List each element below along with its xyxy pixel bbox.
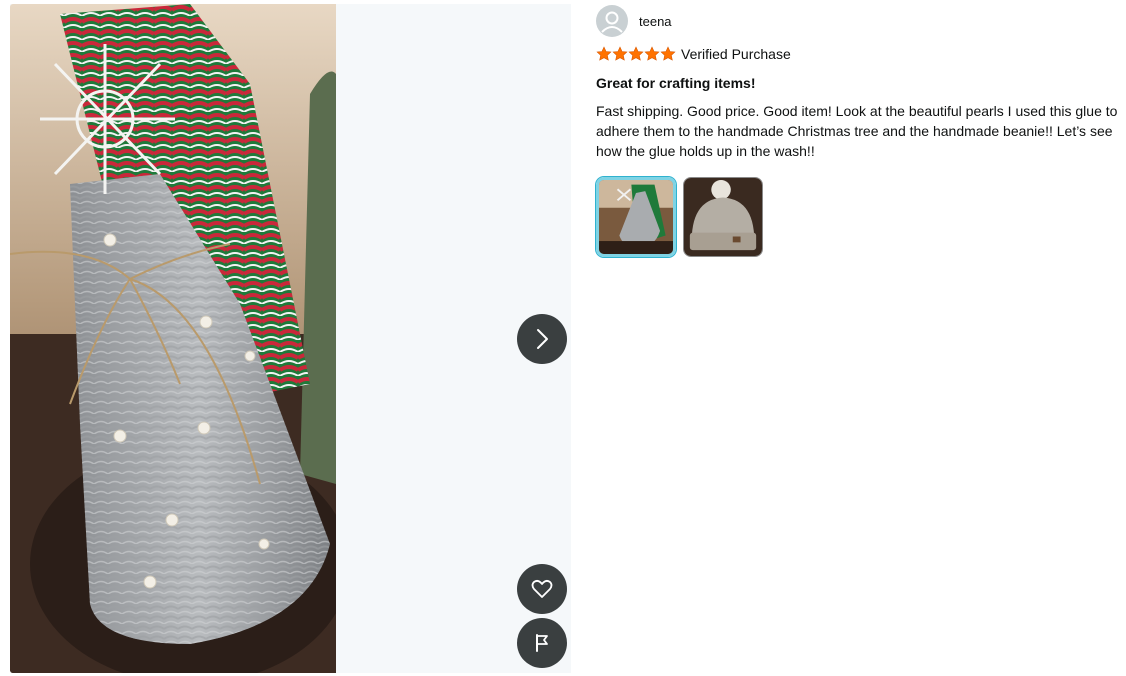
review-body: Fast shipping. Good price. Good item! Lo… xyxy=(596,101,1126,161)
media-viewer xyxy=(10,4,571,673)
user-avatar-icon xyxy=(596,5,628,37)
review-body-line: how the glue holds up in the wash!! xyxy=(596,143,815,159)
beanie-thumbnail-image xyxy=(684,178,762,256)
chevron-right-icon xyxy=(537,329,548,349)
star-icon xyxy=(660,46,676,61)
reviewer-name[interactable]: teena xyxy=(639,14,672,29)
review-photo[interactable] xyxy=(10,4,336,673)
star-icon xyxy=(596,46,612,61)
thumbnail-beanie[interactable] xyxy=(683,177,763,257)
helpful-button[interactable] xyxy=(517,564,567,614)
crochet-tree-photo xyxy=(10,4,336,673)
review-title: Great for crafting items! xyxy=(596,75,756,91)
verified-purchase-badge: Verified Purchase xyxy=(681,46,791,62)
review-panel: teena Verified Purchase Great for crafti… xyxy=(596,4,1126,257)
star-icon xyxy=(628,46,644,61)
flag-icon xyxy=(536,634,548,652)
star-rating xyxy=(596,46,676,62)
next-image-button[interactable] xyxy=(517,314,567,364)
thumbnail-tree[interactable] xyxy=(596,177,676,257)
report-button[interactable] xyxy=(517,618,567,668)
reviewer-profile[interactable]: teena xyxy=(596,4,1126,38)
tree-thumbnail-image xyxy=(599,180,673,254)
star-icon xyxy=(644,46,660,61)
review-body-line: Fast shipping. Good price. Good item! Lo… xyxy=(596,103,1118,119)
rating-row: Verified Purchase xyxy=(596,45,1126,63)
review-thumbnails xyxy=(596,177,1126,257)
review-body-line: adhere them to the handmade Christmas tr… xyxy=(596,123,1113,139)
star-icon xyxy=(612,46,628,61)
heart-icon xyxy=(531,579,553,598)
